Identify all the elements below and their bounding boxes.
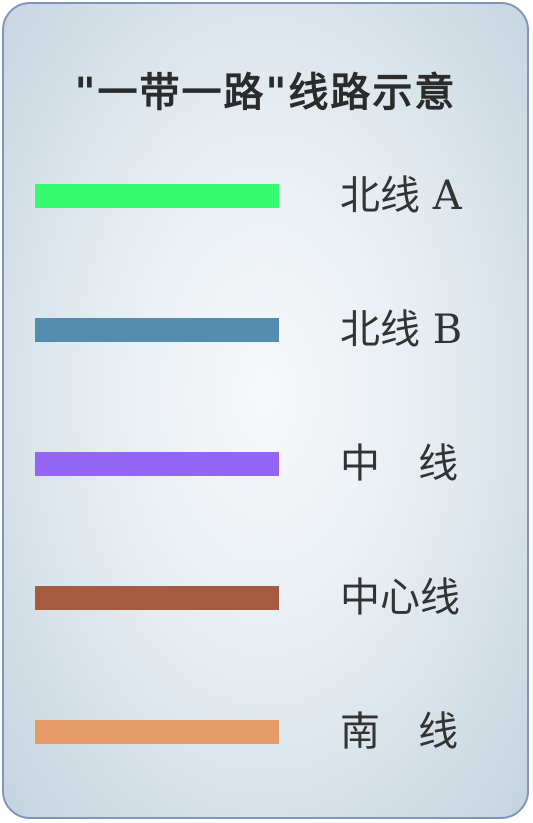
legend-item-south: 南 线 — [4, 702, 527, 762]
legend-label-middle: 中 线 — [340, 441, 459, 487]
legend-item-middle: 中 线 — [4, 434, 527, 494]
legend-swatch-north-b — [35, 318, 279, 342]
legend-label-north-b: 北线 B — [340, 307, 463, 353]
legend-label-south: 南 线 — [340, 709, 459, 755]
legend-label-north-a: 北线 A — [340, 173, 462, 219]
legend-swatch-center — [35, 586, 279, 610]
legend-swatch-north-a — [35, 184, 279, 208]
legend-item-north-a: 北线 A — [4, 166, 527, 226]
legend-card: "一带一路"线路示意 北线 A 北线 B 中 线 中心线 南 线 — [2, 2, 529, 819]
legend-label-center: 中心线 — [340, 575, 460, 621]
legend-item-north-b: 北线 B — [4, 300, 527, 360]
legend-swatch-south — [35, 720, 279, 744]
legend-title: "一带一路"线路示意 — [74, 70, 457, 116]
legend-swatch-middle — [35, 452, 279, 476]
legend-item-center: 中心线 — [4, 568, 527, 628]
